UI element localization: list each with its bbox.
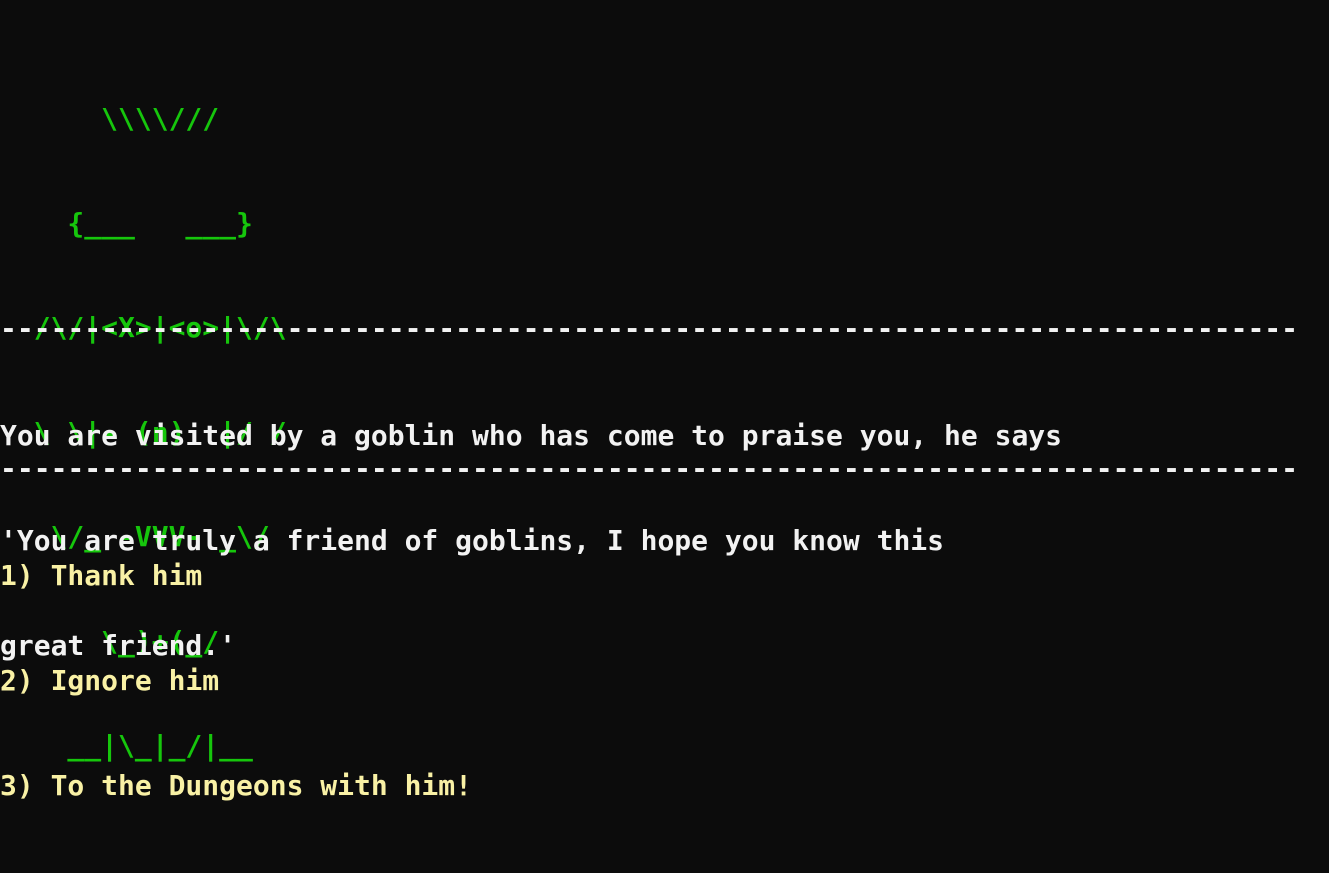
- option-thank-him[interactable]: 1) Thank him: [0, 558, 472, 593]
- choice-list: 1) Thank him 2) Ignore him 3) To the Dun…: [0, 488, 472, 873]
- option-ignore-him[interactable]: 2) Ignore him: [0, 663, 472, 698]
- ascii-art-line: \\\\///: [0, 102, 220, 135]
- divider-top: ----------------------------------------…: [0, 312, 1299, 345]
- terminal-window: \\\\/// {___ ___} /\/|<X>|<o>|\/\ \ \|- …: [0, 0, 1329, 802]
- option-to-the-dungeons[interactable]: 3) To the Dungeons with him!: [0, 768, 472, 803]
- message-line: You are visited by a goblin who has come…: [0, 419, 1063, 452]
- ascii-art-line: {___ ___}: [0, 206, 253, 240]
- divider-bottom: ----------------------------------------…: [0, 452, 1299, 485]
